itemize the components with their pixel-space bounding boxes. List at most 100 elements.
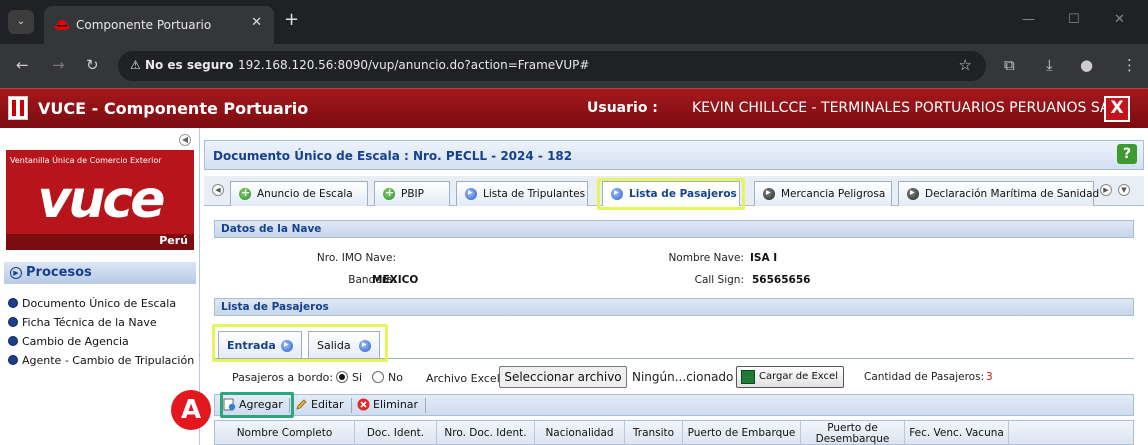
url-text[interactable]: 192.168.120.56:8090/vup/anuncio.do?actio… xyxy=(238,58,589,72)
browser-tab-title: Componente Portuario xyxy=(76,18,212,32)
logo-tagline: Ventanilla Única de Comercio Exterior xyxy=(10,156,162,165)
toolbar-separator xyxy=(425,398,426,413)
column-doc-ident[interactable]: Doc. Ident. xyxy=(355,421,437,445)
sidebar-item-label[interactable]: Ficha Técnica de la Nave xyxy=(22,316,157,329)
highlight-pasajeros-tab xyxy=(597,178,745,210)
app-title: VUCE - Componente Portuario xyxy=(38,99,309,118)
delete-button-label: Eliminar xyxy=(373,398,419,411)
tab-pbip[interactable]: PBIP xyxy=(374,181,450,206)
bookmark-star-icon[interactable]: ☆ xyxy=(959,56,972,74)
imo-label: Nro. IMO Nave: xyxy=(316,252,396,264)
procesos-title: Procesos xyxy=(26,265,92,280)
new-tab-icon[interactable]: + xyxy=(284,11,299,29)
column-puerto-embarque[interactable]: Puerto de Embarque xyxy=(683,421,801,445)
scroll-right-icon[interactable]: ▶ xyxy=(1100,184,1112,196)
column-puerto-desembarque[interactable]: Puerto de Desembarque xyxy=(801,421,905,445)
expand-arrow-icon: ▶ xyxy=(10,267,22,279)
column-transito[interactable]: Transito xyxy=(625,421,683,445)
file-status: Ningún...cionado xyxy=(632,370,734,384)
upload-excel-button[interactable]: Cargar de Excel xyxy=(736,366,844,388)
excel-icon xyxy=(741,370,755,384)
tab-label: Mercancia Peligrosa xyxy=(781,188,886,200)
tab-anuncio-escala[interactable]: Anuncio de Escala xyxy=(230,181,368,206)
tab-label: Lista de Tripulantes xyxy=(483,188,586,200)
onboard-no-radio[interactable] xyxy=(372,371,384,383)
menu-kebab-icon[interactable]: ⋮ xyxy=(1122,56,1137,74)
delete-button[interactable]: Eliminar xyxy=(357,397,423,413)
help-button[interactable]: ? xyxy=(1117,144,1137,164)
ship-name-label: Nombre Nave: xyxy=(668,252,744,264)
browser-address-bar: ← → ↻ ⚠ No es seguro 192.168.120.56:8090… xyxy=(0,44,1148,88)
browser-tab[interactable]: Componente Portuario ✕ xyxy=(44,6,274,44)
document-title: Documento Único de Escala : Nro. PECLL -… xyxy=(213,149,573,163)
logo-wordmark: vuce xyxy=(37,170,165,230)
grid-toolbar: Agregar Editar Eliminar xyxy=(214,394,1134,416)
tab-list-dropdown-icon[interactable]: ▼ xyxy=(1118,184,1130,196)
arrow-circle-icon xyxy=(907,188,919,200)
tab-search-button[interactable]: ⌄ xyxy=(8,10,34,34)
back-icon[interactable]: ← xyxy=(16,57,29,73)
sidebar-item-label[interactable]: Documento Único de Escala xyxy=(22,297,176,310)
main-panel: Documento Único de Escala : Nro. PECLL -… xyxy=(204,128,1144,445)
passenger-count-label: Cantidad de Pasajeros: xyxy=(864,371,985,383)
tab-label: Anuncio de Escala xyxy=(257,188,353,200)
sidebar: ◀ Ventanilla Única de Comercio Exterior … xyxy=(0,128,200,445)
highlight-add-button xyxy=(220,392,294,418)
onboard-yes-radio[interactable] xyxy=(336,371,348,383)
url-bar[interactable]: ⚠ No es seguro 192.168.120.56:8090/vup/a… xyxy=(118,51,986,81)
logo-country: Perú xyxy=(6,234,194,250)
column-nro-doc[interactable]: Nro. Doc. Ident. xyxy=(437,421,535,445)
extensions-icon[interactable]: ⧉ xyxy=(1004,56,1015,74)
arrow-circle-icon xyxy=(465,188,477,200)
excel-file-label: Archivo Excel: xyxy=(426,372,504,385)
bullet-icon xyxy=(8,336,18,346)
edit-button[interactable]: Editar xyxy=(295,397,349,413)
column-nombre[interactable]: Nombre Completo xyxy=(215,421,355,445)
add-circle-icon xyxy=(383,186,395,200)
scroll-left-icon[interactable]: ◀ xyxy=(212,184,224,196)
choose-file-button[interactable]: Seleccionar archivo xyxy=(499,366,627,388)
logout-button[interactable]: X xyxy=(1104,96,1130,122)
arrow-circle-icon xyxy=(763,188,775,200)
security-indicator[interactable]: ⚠ No es seguro xyxy=(130,58,233,72)
onboard-yes-label[interactable]: Si xyxy=(352,371,362,384)
callsign-value: 56565656 xyxy=(752,274,811,286)
pencil-icon xyxy=(296,399,307,410)
bullet-icon xyxy=(8,317,18,327)
add-circle-icon xyxy=(239,186,251,200)
close-tab-icon[interactable]: ✕ xyxy=(251,15,262,30)
collapse-sidebar-icon[interactable]: ◀ xyxy=(179,134,191,146)
tab-mercancia-peligrosa[interactable]: Mercancia Peligrosa xyxy=(754,181,892,206)
tab-lista-tripulantes[interactable]: Lista de Tripulantes xyxy=(456,181,588,206)
browser-tab-bar: ⌄ Componente Portuario ✕ + — ☐ ✕ xyxy=(0,0,1148,44)
ship-data-title: Datos de la Nave xyxy=(221,223,322,235)
delete-icon xyxy=(357,398,370,411)
close-window-icon[interactable]: ✕ xyxy=(1114,12,1125,27)
download-icon[interactable]: ⤓ xyxy=(1046,56,1053,74)
flag-value: MEXICO xyxy=(372,274,419,286)
sidebar-item-label[interactable]: Agente - Cambio de Tripulación xyxy=(22,354,194,367)
passenger-form-row: Pasajeros a bordo: Si No Archivo Excel: … xyxy=(214,366,1134,388)
tab-declaracion-maritima[interactable]: Declaración Marítima de Sanidad xyxy=(898,181,1099,206)
column-nacionalidad[interactable]: Nacionalidad xyxy=(535,421,625,445)
procesos-header[interactable]: ▶ Procesos xyxy=(4,262,196,284)
redhat-icon xyxy=(54,20,70,30)
column-fec-venc-vacuna[interactable]: Fec. Venc. Vacuna xyxy=(905,421,1009,445)
passenger-list-header: Lista de Pasajeros xyxy=(214,298,1134,316)
sidebar-item-label[interactable]: Cambio de Agencia xyxy=(22,335,129,348)
ship-data-header: Datos de la Nave xyxy=(214,220,1134,238)
forward-icon[interactable]: → xyxy=(52,57,65,73)
annotation-marker: A xyxy=(171,390,211,430)
user-label: Usuario : xyxy=(587,100,658,116)
minimize-icon[interactable]: — xyxy=(1022,12,1035,27)
user-name: KEVIN CHILLCCE - TERMINALES PORTUARIOS P… xyxy=(692,100,1120,116)
passenger-list-title: Lista de Pasajeros xyxy=(221,301,329,313)
passenger-count-value: 3 xyxy=(986,371,993,383)
onboard-label: Pasajeros a bordo: xyxy=(232,371,334,384)
tab-label: PBIP xyxy=(401,188,424,200)
peru-crest-icon xyxy=(8,96,28,120)
onboard-no-label[interactable]: No xyxy=(388,371,403,384)
profile-avatar-icon[interactable]: ● xyxy=(1080,56,1093,74)
maximize-icon[interactable]: ☐ xyxy=(1068,12,1080,27)
reload-icon[interactable]: ↻ xyxy=(86,57,99,73)
